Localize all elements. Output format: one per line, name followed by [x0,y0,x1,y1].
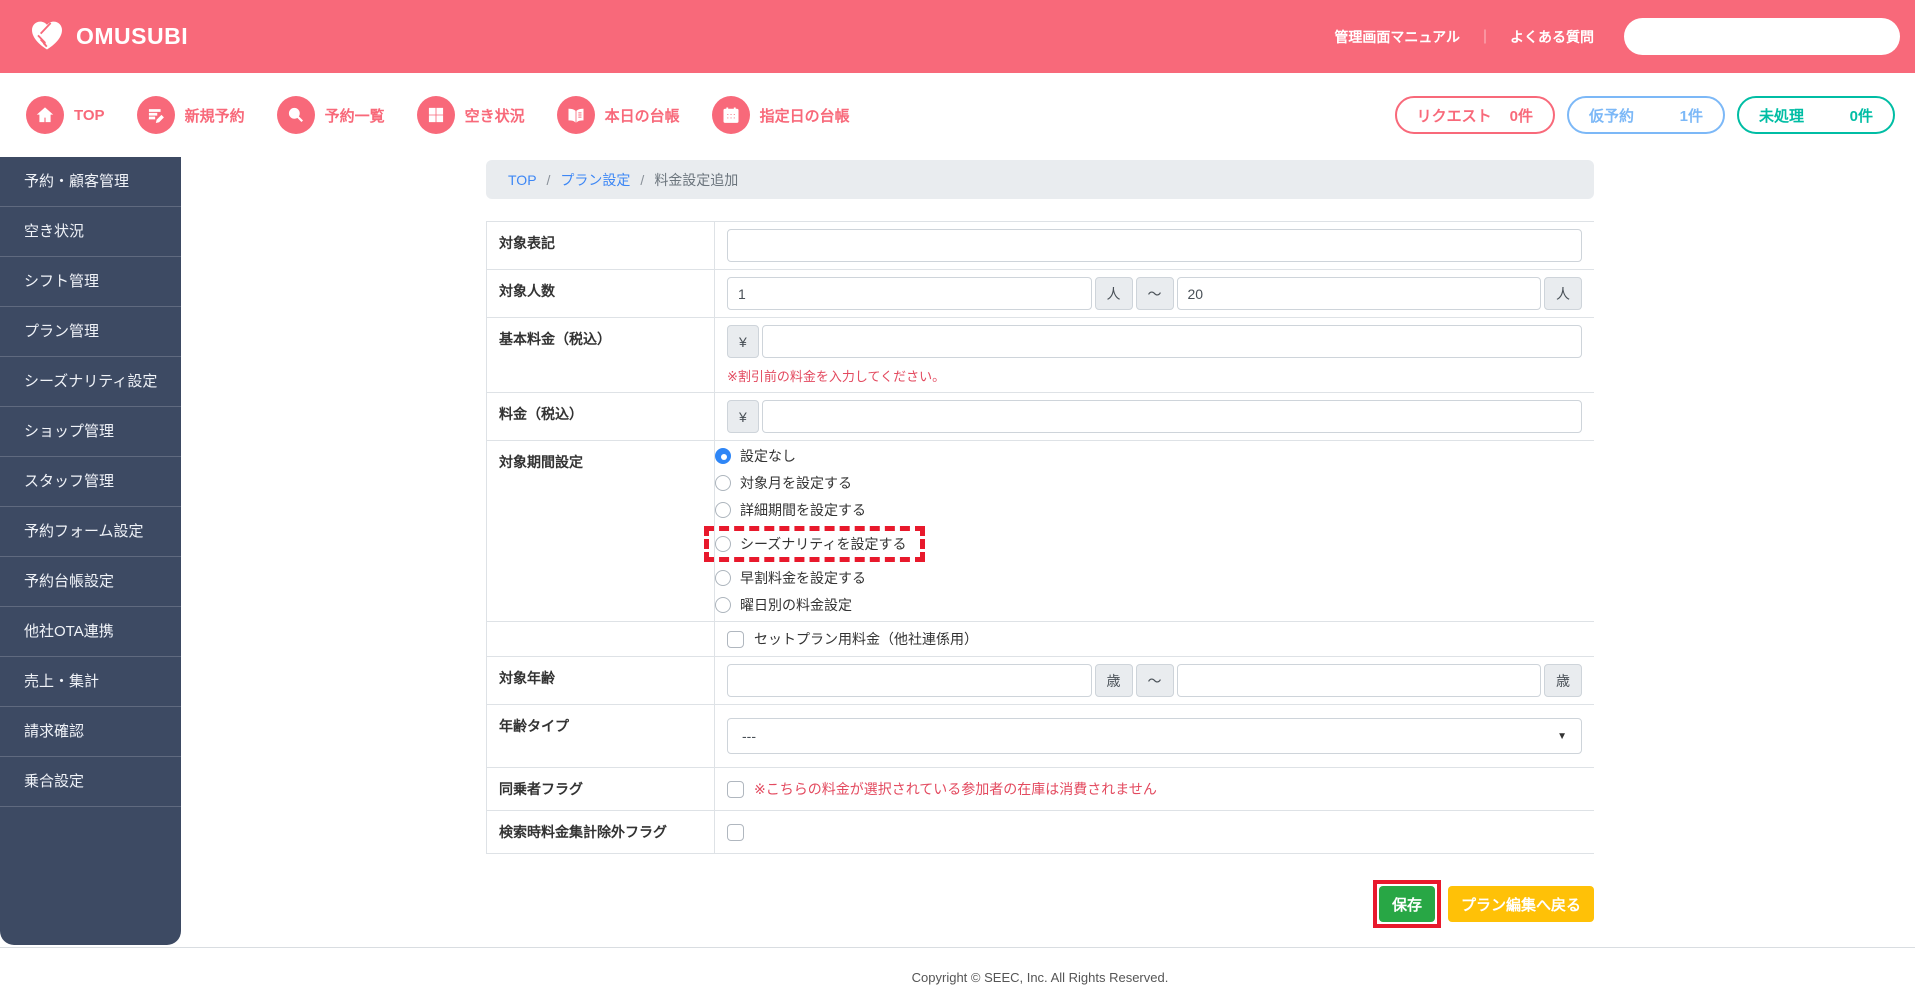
people-unit-addon: 人 [1544,277,1582,310]
row-search-exclude-flag: 検索時料金集計除外フラグ [487,811,1594,854]
sidebar-item-ota[interactable]: 他社OTA連携 [0,607,181,657]
row-period-setting: 対象期間設定 設定なし 対象月を設定する 詳細期間を設定する シーズナリティを設… [487,441,1594,622]
radio-icon[interactable] [715,570,731,586]
shop-name-pill[interactable] [1624,18,1900,55]
search-icon [276,96,315,134]
radio-detail-period[interactable]: 詳細期間を設定する [715,500,1594,520]
sidebar-item-shift[interactable]: シフト管理 [0,257,181,307]
tentative-count-badge[interactable]: 仮予約 1件 [1567,96,1725,134]
annotation-solid-box: 保存 [1372,880,1441,928]
people-min-input[interactable] [727,277,1092,310]
book-icon [556,96,595,134]
breadcrumb: TOP / プラン設定 / 料金設定追加 [486,160,1594,199]
copyright-text: Copyright © SEEC, Inc. All Rights Reserv… [911,970,1169,985]
price-input[interactable] [761,400,1582,433]
calendar-icon [711,96,750,134]
radio-icon[interactable] [715,536,731,552]
radio-icon[interactable] [715,597,731,613]
sidebar-item-billing[interactable]: 請求確認 [0,707,181,757]
nav-item-availability[interactable]: 空き状況 [416,96,525,134]
chevron-down-icon: ▼ [1557,730,1567,742]
radio-no-setting[interactable]: 設定なし [715,446,1594,466]
age-max-input[interactable] [1176,664,1541,697]
logo[interactable]: OMUSUBI [26,14,188,59]
nav-item-top[interactable]: TOP [26,96,105,134]
tilde-addon: ～ [1135,664,1174,697]
base-price-input[interactable] [761,325,1582,358]
row-set-plan: セットプラン用料金（他社連係用） [487,622,1594,657]
icon-navbar: TOP 新規予約 予約一覧 空き状況 本日の台帳 指定日の台帳 リクエスト 0件 … [0,73,1915,157]
nav-item-new-reservation[interactable]: 新規予約 [136,96,245,134]
page-bottom-divider [0,947,1915,948]
new-reservation-icon [136,96,175,134]
row-target-people: 対象人数 人 ～ 人 [487,270,1594,318]
row-price: 料金（税込） ¥ [487,393,1594,441]
people-max-input[interactable] [1176,277,1541,310]
breadcrumb-current: 料金設定追加 [654,171,739,188]
row-target-notation: 対象表記 [487,222,1594,270]
logo-heart-handshake-icon [26,14,68,59]
yen-addon: ¥ [727,400,759,433]
age-min-input[interactable] [727,664,1092,697]
sidebar-item-seasonality[interactable]: シーズナリティ設定 [0,357,181,407]
grid-icon [416,96,455,134]
app-header: OMUSUBI 管理画面マニュアル ｜ よくある質問 [0,0,1915,73]
radio-icon[interactable] [715,502,731,518]
sidebar-item-sales[interactable]: 売上・集計 [0,657,181,707]
save-button[interactable]: 保存 [1378,886,1435,922]
sidebar-item-plan[interactable]: プラン管理 [0,307,181,357]
yen-addon: ¥ [727,325,759,358]
row-target-age: 対象年齢 歳 ～ 歳 [487,657,1594,705]
radio-early-discount[interactable]: 早割料金を設定する [715,568,1594,588]
sidebar-item-availability[interactable]: 空き状況 [0,207,181,257]
tilde-addon: ～ [1135,277,1174,310]
annotation-dashed-box: シーズナリティを設定する [704,526,926,562]
breadcrumb-plan-settings[interactable]: プラン設定 [560,170,630,190]
passenger-flag-checkbox[interactable] [727,780,744,798]
price-setting-form: 対象表記 対象人数 人 ～ 人 基本料金（税込） [486,221,1594,854]
sidebar-item-ledger-settings[interactable]: 予約台帳設定 [0,557,181,607]
age-type-select[interactable]: --- ▼ [727,718,1582,754]
radio-icon[interactable] [715,448,731,464]
sidebar: 予約・顧客管理 空き状況 シフト管理 プラン管理 シーズナリティ設定 ショップ管… [0,157,181,945]
logo-text: OMUSUBI [76,23,189,49]
sidebar-item-shop[interactable]: ショップ管理 [0,407,181,457]
row-age-type: 年齢タイプ --- ▼ [487,705,1594,768]
radio-weekday-price[interactable]: 曜日別の料金設定 [715,595,1594,615]
nav-item-dated-ledger[interactable]: 指定日の台帳 [711,96,850,134]
radio-icon[interactable] [715,475,731,491]
back-to-plan-edit-button[interactable]: プラン編集へ戻る [1447,886,1594,922]
age-unit-addon: 歳 [1544,664,1582,697]
header-divider: ｜ [1478,28,1492,45]
sidebar-item-reservation-form[interactable]: 予約フォーム設定 [0,507,181,557]
radio-seasonality[interactable]: シーズナリティを設定する [715,534,906,554]
people-unit-addon: 人 [1094,277,1133,310]
sidebar-item-staff[interactable]: スタッフ管理 [0,457,181,507]
passenger-flag-note: ※こちらの料金が選択されている参加者の在庫は消費されません [754,781,1157,797]
faq-link[interactable]: よくある質問 [1510,27,1594,47]
row-passenger-flag: 同乗者フラグ ※こちらの料金が選択されている参加者の在庫は消費されません [487,768,1594,811]
manual-link[interactable]: 管理画面マニュアル [1334,27,1460,47]
base-price-note: ※割引前の料金を入力してください。 [727,369,946,384]
home-icon [26,96,64,134]
age-unit-addon: 歳 [1094,664,1133,697]
sidebar-item-reservation-customer[interactable]: 予約・顧客管理 [0,157,181,207]
set-plan-checkbox[interactable] [727,630,744,648]
unprocessed-count-badge[interactable]: 未処理 0件 [1737,96,1895,134]
radio-target-month[interactable]: 対象月を設定する [715,473,1594,493]
breadcrumb-top[interactable]: TOP [508,172,537,188]
row-base-price: 基本料金（税込） ¥ ※割引前の料金を入力してください。 [487,318,1594,393]
search-exclude-checkbox[interactable] [727,823,744,841]
request-count-badge[interactable]: リクエスト 0件 [1394,96,1555,134]
nav-item-reservation-list[interactable]: 予約一覧 [276,96,385,134]
nav-item-today-ledger[interactable]: 本日の台帳 [556,96,680,134]
target-notation-input[interactable] [727,229,1582,262]
sidebar-item-share-ride[interactable]: 乗合設定 [0,757,181,807]
